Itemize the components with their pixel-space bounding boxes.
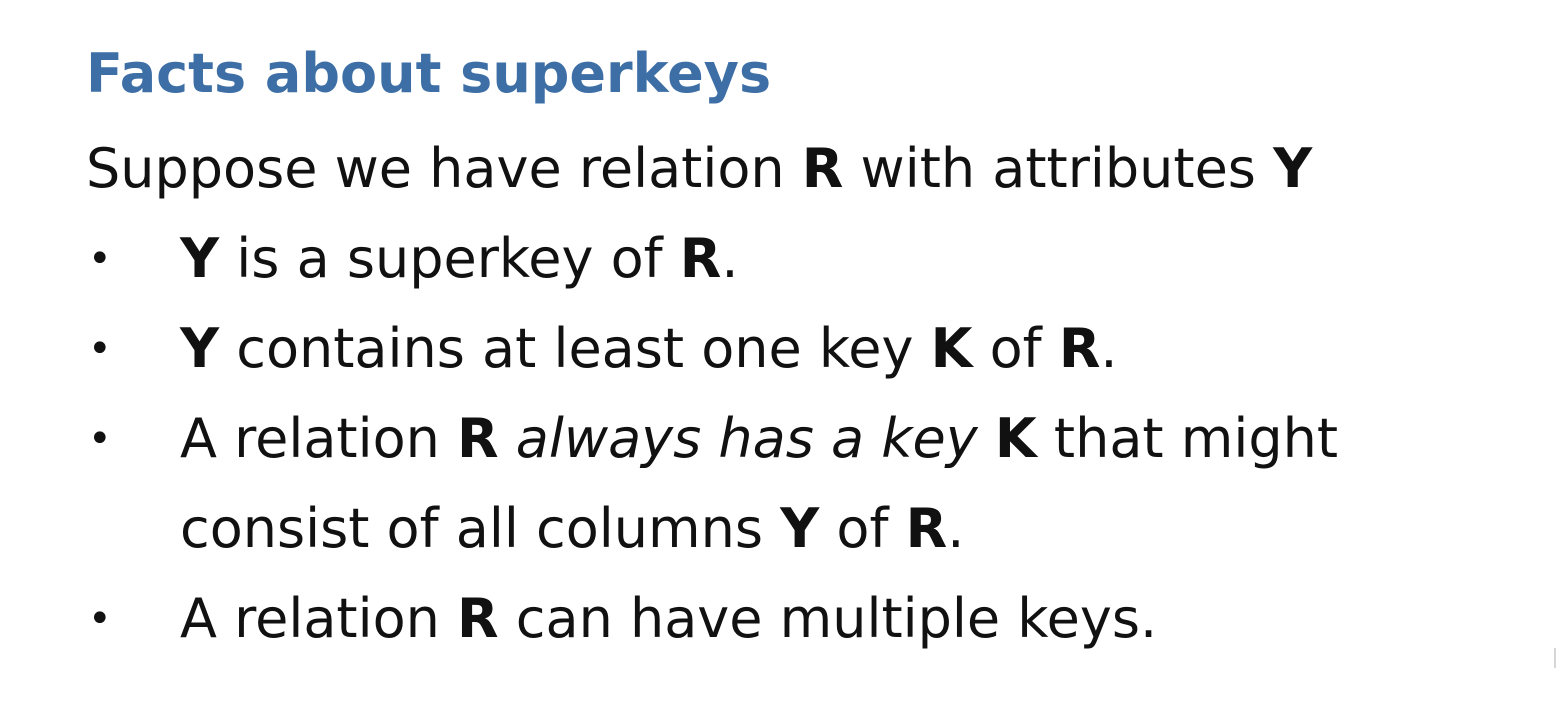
intro-relation-r: R — [801, 137, 844, 200]
slide-title: Facts about superkeys — [86, 42, 772, 105]
bullet-text: of — [819, 497, 906, 560]
slide-body: Suppose we have relation R with attribut… — [86, 124, 1526, 664]
bullet-marker: • — [88, 326, 112, 372]
bullet-text: . — [721, 227, 739, 290]
bullet-marker: • — [88, 416, 112, 462]
bullet-marker: • — [88, 596, 112, 642]
bullet-text: . — [1100, 317, 1118, 380]
bullet-text: of — [972, 317, 1059, 380]
bullet-marker: • — [88, 236, 112, 282]
bold-r: R — [679, 227, 722, 290]
intro-line: Suppose we have relation R with attribut… — [86, 124, 1526, 214]
bullet-text: contains at least one key — [219, 317, 931, 380]
bullet-text: can have multiple keys. — [498, 587, 1158, 650]
bold-r: R — [905, 497, 948, 560]
intro-attributes-y: Y — [1273, 137, 1313, 200]
italic-text: always has a key — [498, 407, 995, 470]
bold-k: K — [930, 317, 973, 380]
bold-r: R — [1058, 317, 1101, 380]
bold-r: R — [457, 587, 499, 650]
bullet-item-2: • Y contains at least one key K of R. — [86, 304, 1526, 394]
bullet-text: A relation — [180, 587, 458, 650]
bullet-text: A relation — [180, 407, 458, 470]
bullet-list: • Y is a superkey of R. • Y contains at le… — [86, 214, 1526, 664]
bold-k: K — [994, 407, 1037, 470]
bullet-item-3: • A relation R always has a key K that mi… — [86, 394, 1526, 574]
bold-y: Y — [780, 497, 820, 560]
slide: Facts about superkeys Suppose we have re… — [0, 0, 1556, 728]
bullet-text: is a superkey of — [219, 227, 680, 290]
intro-text-2: with attributes — [843, 137, 1274, 200]
bold-y: Y — [180, 227, 220, 290]
bullet-item-4: • A relation R can have multiple keys. — [86, 574, 1526, 664]
bullet-text: . — [947, 497, 965, 560]
bold-r: R — [457, 407, 499, 470]
bold-y: Y — [180, 317, 220, 380]
bullet-item-1: • Y is a superkey of R. — [86, 214, 1526, 304]
intro-text-1: Suppose we have relation — [86, 137, 802, 200]
